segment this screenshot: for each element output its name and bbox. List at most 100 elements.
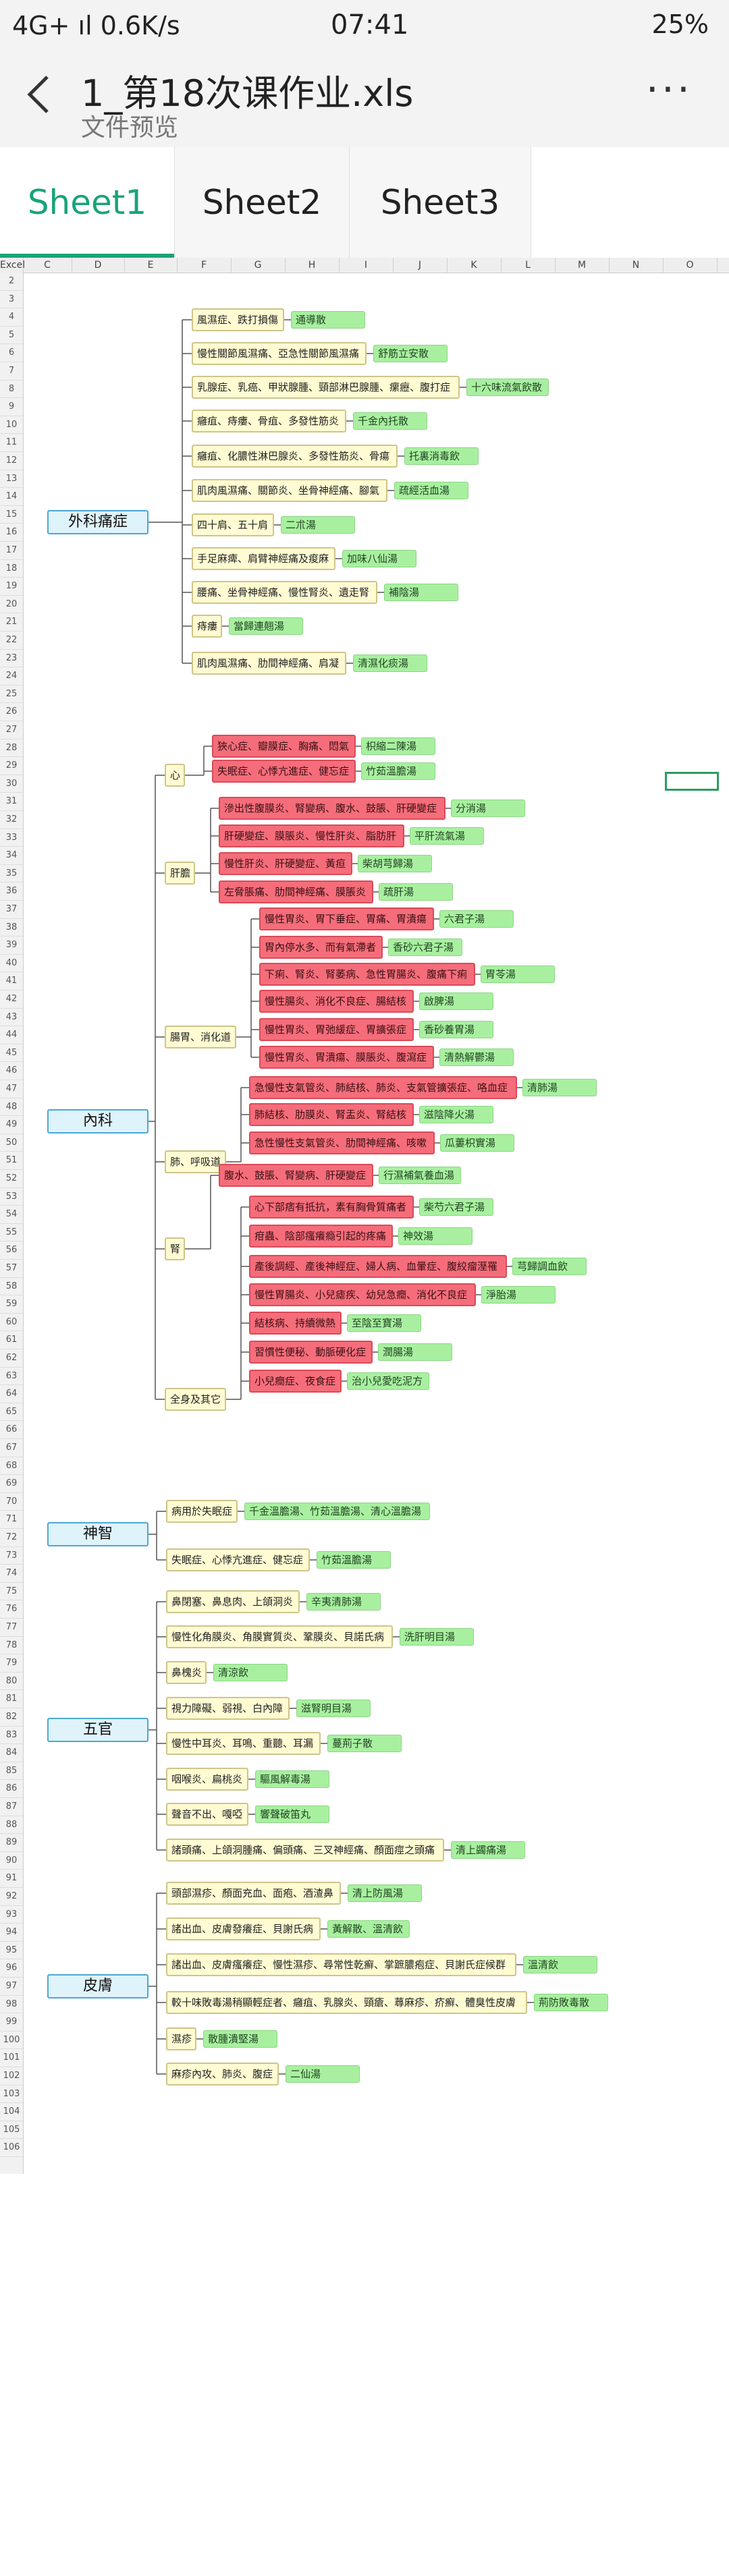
symptom-node: 慢性胃炎、胃弛緩症、胃擴張症 xyxy=(259,1018,414,1041)
formula-node: 柴胡芎歸湯 xyxy=(358,855,432,872)
column-label: Excel xyxy=(0,258,25,273)
row-label: 51 xyxy=(0,1152,23,1170)
row-label: 16 xyxy=(0,524,23,542)
formula-node: 千金溫膽湯、竹茹溫膽湯、清心溫膽湯 xyxy=(244,1503,430,1520)
row-label: 78 xyxy=(0,1637,23,1655)
formula-node: 辛夷清肺湯 xyxy=(306,1593,381,1611)
spreadsheet-view[interactable]: Excel C D E F G H I J K L M N O 2 3 4 5 6 7 8 9 10 11 12 13 14 15 1… xyxy=(0,258,729,2174)
symptom-node: 慢性胃腸炎、小兒瘧疾、幼兒急癎、消化不良症 xyxy=(249,1283,476,1306)
row-label: 3 xyxy=(0,291,23,309)
row-label: 42 xyxy=(0,990,23,1009)
symptom-node: 狹心症、瓣膜症、胸痛、悶氣 xyxy=(212,735,356,758)
row-label: 99 xyxy=(0,2013,23,2032)
category-4: 皮膚 xyxy=(47,1974,148,1998)
symptom-node: 慢性肝炎、肝硬變症、黃疸 xyxy=(219,852,352,875)
symptom-node: 諸頭痛、上頜洞腫痛、偏頭痛、三叉神經痛、顏面痙之頭痛 xyxy=(166,1839,444,1861)
formula-node: 溫清飲 xyxy=(523,1956,597,1973)
row-label: 19 xyxy=(0,578,23,596)
symptom-node: 小兒癎症、夜食症 xyxy=(249,1370,342,1393)
formula-node: 瓜蔞枳實湯 xyxy=(440,1134,514,1152)
column-label: O xyxy=(663,258,718,273)
row-label: 53 xyxy=(0,1188,23,1206)
row-label: 31 xyxy=(0,793,23,811)
tab-sheet3[interactable]: Sheet3 xyxy=(350,147,531,258)
row-label: 45 xyxy=(0,1044,23,1063)
row-label: 65 xyxy=(0,1403,23,1422)
column-label: D xyxy=(72,258,125,273)
row-label: 30 xyxy=(0,775,23,793)
row-label: 74 xyxy=(0,1565,23,1583)
row-label: 48 xyxy=(0,1098,23,1117)
row-label: 79 xyxy=(0,1654,23,1673)
row-label: 52 xyxy=(0,1170,23,1188)
row-label: 72 xyxy=(0,1529,23,1547)
tab-sheet1[interactable]: Sheet1 xyxy=(0,147,175,258)
column-label: E xyxy=(124,258,178,273)
row-label: 33 xyxy=(0,829,23,847)
network-status: 4G+ ıl 0.6K/s xyxy=(12,11,180,40)
symptom-node: 慢性關節風濕痛、亞急性關節風濕痛 xyxy=(192,342,367,365)
formula-node: 滋腎明目湯 xyxy=(296,1700,371,1717)
more-icon[interactable]: ··· xyxy=(646,66,693,113)
row-label: 89 xyxy=(0,1834,23,1852)
row-label: 4 xyxy=(0,308,23,327)
row-label: 76 xyxy=(0,1600,23,1619)
symptom-node: 較十味敗毒湯稍顯輕症者、癰疽、乳腺炎、頸瘡、蕁麻疹、疥癬、體臭性皮膚 xyxy=(166,1991,527,2014)
symptom-node: 結核病、持續微熱 xyxy=(249,1312,342,1335)
row-label: 97 xyxy=(0,1978,23,1996)
symptom-node: 癰疽、化膿性淋巴腺炎、多發性筋炎、骨瘍 xyxy=(192,445,398,468)
tab-sheet2[interactable]: Sheet2 xyxy=(175,147,350,258)
row-label: 98 xyxy=(0,1996,23,2014)
formula-node: 疏肝湯 xyxy=(379,883,453,901)
symptom-node: 聲音不出、嘎啞 xyxy=(166,1803,248,1826)
row-label: 10 xyxy=(0,416,23,435)
row-label: 105 xyxy=(0,2121,23,2139)
formula-node: 補陰湯 xyxy=(384,584,458,601)
symptom-node: 四十肩、五十肩 xyxy=(192,513,274,536)
row-label: 55 xyxy=(0,1224,23,1242)
formula-node: 疏經活血湯 xyxy=(394,482,468,499)
formula-node: 香砂六君子湯 xyxy=(388,939,462,956)
formula-node: 香砂養胃湯 xyxy=(419,1021,493,1038)
row-label: 18 xyxy=(0,560,23,578)
formula-node: 分消湯 xyxy=(451,800,525,817)
formula-node: 清涼飲 xyxy=(213,1664,288,1681)
row-label: 62 xyxy=(0,1349,23,1368)
symptom-node: 左脅脹痛、肋間神經痛、膜脹炎 xyxy=(219,880,373,903)
row-label: 43 xyxy=(0,1009,23,1027)
symptom-node: 慢性中耳炎、耳鳴、重聽、耳漏 xyxy=(166,1732,321,1755)
row-label: 39 xyxy=(0,936,23,955)
row-label: 101 xyxy=(0,2049,23,2067)
symptom-node: 急性慢性支氣管炎、肋間神經痛、咳嗽 xyxy=(249,1131,435,1154)
back-arrow-icon[interactable] xyxy=(26,73,53,123)
formula-node: 荊防敗毒散 xyxy=(534,1994,608,2011)
symptom-node: 肝硬變症、膜脹炎、慢性肝炎、脂肪肝 xyxy=(219,824,404,847)
formula-node: 清上蠲痛湯 xyxy=(451,1841,525,1859)
row-label: 96 xyxy=(0,1959,23,1978)
row-label: 102 xyxy=(0,2067,23,2085)
row-label: 104 xyxy=(0,2103,23,2121)
row-label: 70 xyxy=(0,1493,23,1511)
row-label: 20 xyxy=(0,596,23,614)
symptom-node: 失眠症、心悸亢進症、健忘症 xyxy=(166,1548,310,1571)
row-label: 38 xyxy=(0,919,23,937)
row-label: 41 xyxy=(0,972,23,990)
symptom-node: 下痢、腎炎、腎萎病、急性胃腸炎、腹痛下痢 xyxy=(259,963,475,986)
subcategory-node: 全身及其它 xyxy=(165,1388,226,1411)
row-label: 25 xyxy=(0,685,23,704)
selected-cell[interactable] xyxy=(665,772,719,791)
status-bar: 4G+ ıl 0.6K/s 07:41 25% xyxy=(0,0,729,53)
formula-node: 舒筋立安散 xyxy=(373,345,448,362)
row-label: 73 xyxy=(0,1547,23,1565)
category-0: 外科痛症 xyxy=(47,510,148,534)
symptom-node: 鼻槐炎 xyxy=(166,1661,207,1684)
row-label: 94 xyxy=(0,1924,23,1942)
row-label: 64 xyxy=(0,1385,23,1403)
formula-node: 清濕化痰湯 xyxy=(353,654,427,672)
row-label: 71 xyxy=(0,1511,23,1529)
formula-node: 治小兒愛吃泥方 xyxy=(347,1372,429,1390)
symptom-node: 癰疽、痔瘻、骨疽、多發性筋炎 xyxy=(192,410,346,432)
formula-node: 胃苓湯 xyxy=(481,965,555,983)
symptom-node: 乳腺症、乳癌、甲狀腺腫、頸部淋巴腺腫、瘰癧、腹打症 xyxy=(192,376,460,399)
formula-node: 行濕補氣養血湯 xyxy=(379,1167,461,1184)
